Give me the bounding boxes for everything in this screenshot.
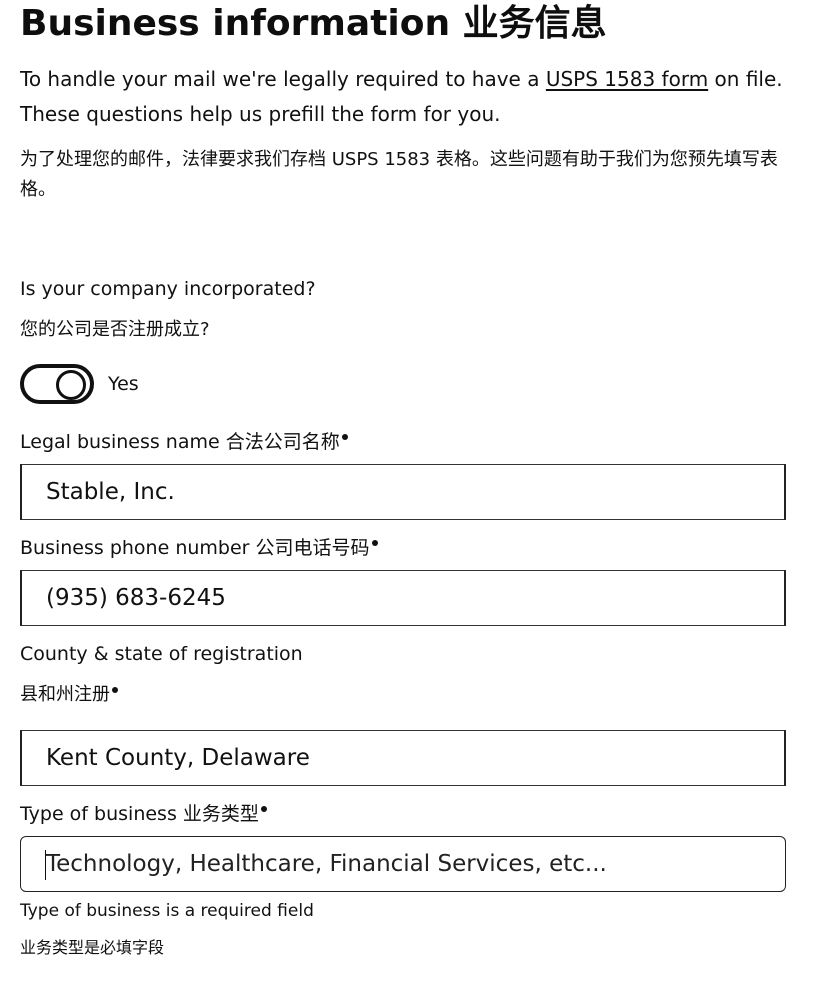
page-title: Business information 业务信息 [20, 3, 607, 44]
registration-label-en: County & state of registration [20, 643, 303, 665]
intro-text-before-link: To handle your mail we're legally requir… [20, 67, 546, 91]
business-type-label: Type of business 业务类型 [20, 799, 267, 829]
incorporated-toggle[interactable] [20, 364, 94, 404]
required-dot-icon [112, 687, 118, 693]
business-type-input[interactable]: Technology, Healthcare, Financial Servic… [20, 836, 786, 892]
usps-1583-form-link[interactable]: USPS 1583 form [546, 67, 708, 91]
legal-name-label-text: Legal business name 合法公司名称 [20, 431, 340, 453]
business-type-error-en: Type of business is a required field [20, 901, 314, 921]
incorporated-question-zh: 您的公司是否注册成立? [20, 319, 210, 340]
phone-label: Business phone number 公司电话号码 [20, 533, 378, 563]
incorporated-question-en: Is your company incorporated? [20, 278, 316, 300]
legal-name-input[interactable]: Stable, Inc. [20, 464, 786, 520]
registration-label-zh: 县和州注册 [20, 680, 118, 710]
required-dot-icon [371, 540, 378, 546]
intro-text-zh: 为了处理您的邮件，法律要求我们存档 USPS 1583 表格。这些问题有助于我们… [20, 149, 778, 200]
business-type-label-text: Type of business 业务类型 [20, 803, 259, 825]
legal-name-value: Stable, Inc. [46, 479, 175, 505]
registration-label-zh-text: 县和州注册 [20, 684, 110, 705]
intro-text-en: To handle your mail we're legally requir… [20, 62, 786, 132]
incorporated-toggle-label: Yes [108, 373, 139, 395]
incorporated-toggle-row: Yes [20, 364, 139, 404]
toggle-knob [56, 370, 86, 400]
phone-value: (935) 683-6245 [46, 585, 226, 611]
required-dot-icon [260, 806, 267, 812]
registration-value: Kent County, Delaware [46, 745, 310, 771]
required-dot-icon [341, 434, 348, 440]
business-type-error-zh: 业务类型是必填字段 [20, 938, 165, 957]
phone-label-text: Business phone number 公司电话号码 [20, 537, 370, 559]
registration-input[interactable]: Kent County, Delaware [20, 730, 786, 786]
phone-input[interactable]: (935) 683-6245 [20, 570, 786, 626]
business-type-placeholder: Technology, Healthcare, Financial Servic… [46, 851, 607, 877]
legal-name-label: Legal business name 合法公司名称 [20, 427, 348, 457]
